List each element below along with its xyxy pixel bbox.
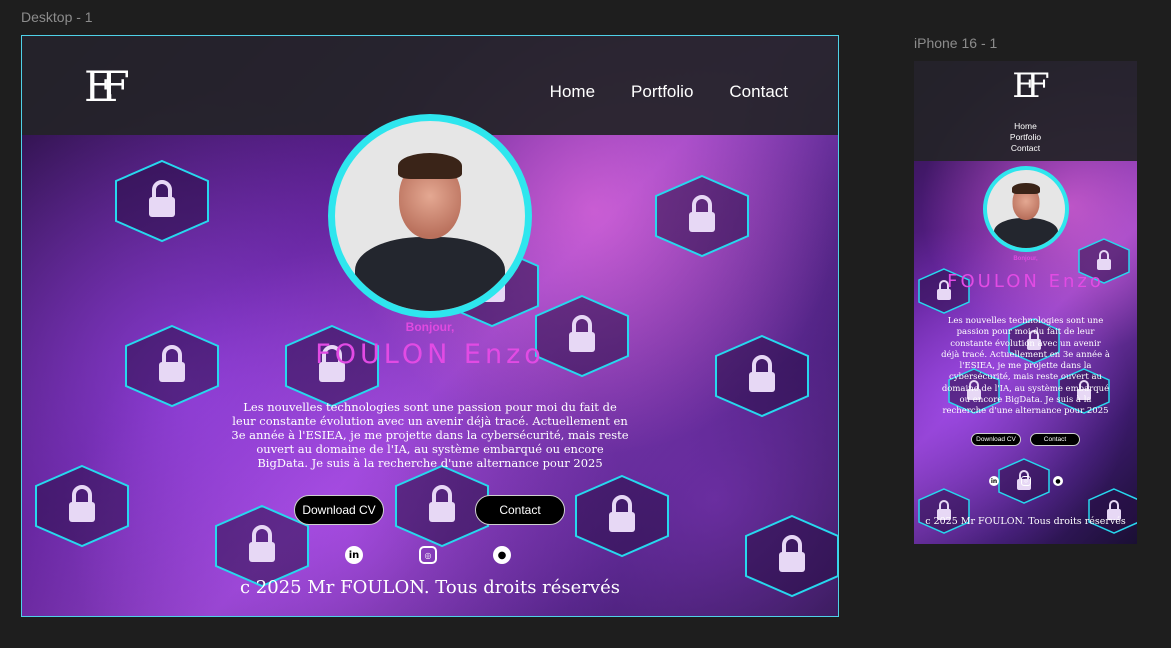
nav-home[interactable]: Home <box>550 82 595 102</box>
footer-copyright: c 2025 Mr FOULON. Tous droits réservés <box>240 577 620 598</box>
nav-portfolio[interactable]: Portfolio <box>631 82 693 102</box>
greeting-text: Bonjour, <box>405 320 455 334</box>
phone-logo[interactable]: EF <box>914 69 1137 103</box>
linkedin-icon[interactable]: in <box>345 546 363 564</box>
contact-button[interactable]: Contact <box>475 495 565 525</box>
desktop-frame[interactable]: EF Home Portfolio Contact Bonjour, FOULO… <box>21 35 839 617</box>
owner-name: FOULON Enzo <box>315 339 545 370</box>
instagram-icon[interactable]: ◎ <box>419 546 437 564</box>
phone-nav: Home Portfolio Contact <box>914 121 1137 154</box>
phone-owner-name: FOULON Enzo <box>947 271 1104 292</box>
phone-nav-portfolio[interactable]: Portfolio <box>914 132 1137 143</box>
profile-avatar <box>328 114 532 318</box>
github-icon[interactable]: ● <box>493 546 511 564</box>
phone-download-cv-button[interactable]: Download CV <box>971 433 1021 446</box>
phone-profile-avatar <box>983 166 1069 252</box>
phone-header: EF Home Portfolio Contact <box>914 61 1137 161</box>
social-links: in ◎ ● <box>345 546 511 564</box>
github-icon[interactable]: ● <box>1053 476 1063 486</box>
phone-social-links: in ◎ ● <box>989 476 1063 486</box>
desktop-frame-label[interactable]: Desktop - 1 <box>21 9 93 25</box>
site-logo[interactable]: EF <box>84 66 130 108</box>
download-cv-button[interactable]: Download CV <box>294 495 384 525</box>
phone-bio-text: Les nouvelles technologies sont une pass… <box>941 316 1110 417</box>
instagram-icon[interactable]: ◎ <box>1021 476 1031 486</box>
bio-text: Les nouvelles technologies sont une pass… <box>231 400 629 470</box>
phone-frame[interactable]: EF Home Portfolio Contact Bonjour, FOULO… <box>914 61 1137 544</box>
phone-greeting-text: Bonjour, <box>1013 256 1038 262</box>
phone-frame-label[interactable]: iPhone 16 - 1 <box>914 35 997 51</box>
phone-footer-copyright: c 2025 Mr FOULON. Tous droits réservés <box>925 516 1126 527</box>
nav-contact[interactable]: Contact <box>729 82 788 102</box>
phone-contact-button[interactable]: Contact <box>1030 433 1080 446</box>
linkedin-icon[interactable]: in <box>989 476 999 486</box>
main-nav: Home Portfolio Contact <box>550 82 788 102</box>
phone-nav-home[interactable]: Home <box>914 121 1137 132</box>
phone-nav-contact[interactable]: Contact <box>914 143 1137 154</box>
